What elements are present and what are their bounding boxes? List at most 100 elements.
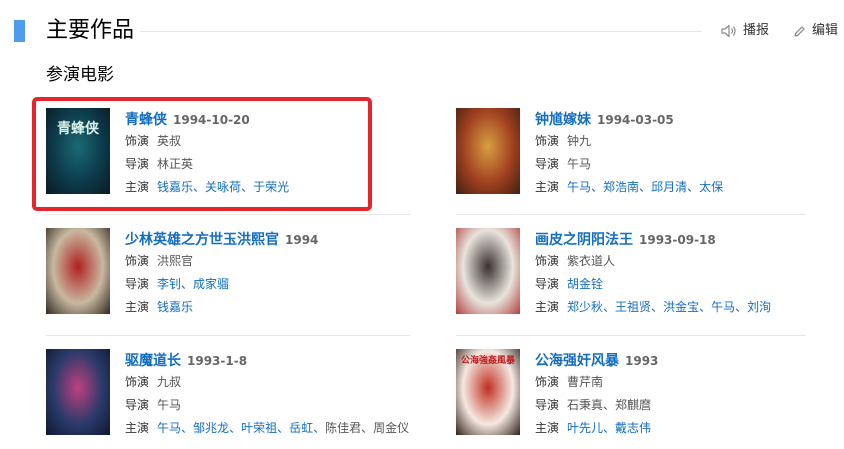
person-link[interactable]: 叶先儿 bbox=[567, 421, 603, 435]
person-link[interactable]: 刘洵 bbox=[747, 300, 771, 314]
role-line: 饰演 紫衣道人 bbox=[535, 250, 771, 273]
director-line-label: 导演 bbox=[125, 277, 150, 291]
separator: 、 bbox=[181, 421, 194, 435]
person-link[interactable]: 叶荣祖 bbox=[241, 421, 277, 435]
poster-image[interactable] bbox=[46, 349, 110, 435]
role-line-label: 饰演 bbox=[535, 134, 560, 148]
work-info: 钟馗嫁妹 1994-03-05 饰演 钟九 导演 午马 主演 午马、郑浩南、邱月清、太保 bbox=[535, 108, 723, 199]
person-link[interactable]: 钱嘉乐 bbox=[157, 300, 193, 314]
person-link[interactable]: 邱月清 bbox=[651, 180, 687, 194]
separator: 、 bbox=[313, 421, 326, 435]
person-link[interactable]: 郑浩南 bbox=[603, 180, 639, 194]
person-name: 周金仪 bbox=[373, 421, 410, 435]
separator: 、 bbox=[181, 277, 194, 291]
work-title-link[interactable]: 驱魔道长 bbox=[125, 353, 181, 369]
work-item: 驱魔道长 1993-1-8 饰演 九叔 导演 午马 主演 午马、邹兆龙、叶荣祖、岳虹、陈佳君、… bbox=[46, 339, 409, 440]
person-link[interactable]: 成家骝 bbox=[193, 277, 229, 291]
row-divider bbox=[46, 214, 410, 215]
title-line: 少林英雄之方世玉洪熙官 1994 bbox=[125, 228, 318, 250]
edit-label: 编辑 bbox=[812, 23, 839, 38]
person-link[interactable]: 郑少秋 bbox=[567, 300, 603, 314]
director-line: 导演 石秉真、郑麒麿 bbox=[535, 394, 658, 417]
director-line-label: 导演 bbox=[125, 157, 150, 171]
role-line: 饰演 钟九 bbox=[535, 130, 723, 153]
role-line: 饰演 洪熙官 bbox=[125, 250, 318, 273]
row-divider bbox=[456, 335, 806, 336]
speaker-icon bbox=[721, 24, 737, 38]
person-link[interactable]: 戴志伟 bbox=[615, 421, 651, 435]
person-name: 郑麒麿 bbox=[615, 398, 652, 412]
separator: 、 bbox=[361, 421, 374, 435]
separator: 、 bbox=[651, 300, 664, 314]
poster-image[interactable]: 青蜂侠 bbox=[46, 108, 110, 194]
row-divider bbox=[456, 214, 806, 215]
person-link[interactable]: 李钊 bbox=[157, 277, 181, 291]
title-line: 驱魔道长 1993-1-8 bbox=[125, 349, 409, 371]
role-line: 饰演 英叔 bbox=[125, 130, 289, 153]
person-name: 紫衣道人 bbox=[567, 254, 616, 268]
separator: 、 bbox=[277, 421, 290, 435]
person-link[interactable]: 洪金宝 bbox=[663, 300, 699, 314]
separator: 、 bbox=[603, 300, 616, 314]
poster-image[interactable]: 公海強姦風暴 bbox=[456, 349, 520, 435]
cast-line-label: 主演 bbox=[125, 180, 150, 194]
cast-line-label: 主演 bbox=[535, 421, 560, 435]
separator: 、 bbox=[193, 180, 206, 194]
role-line: 饰演 曹芹南 bbox=[535, 371, 658, 394]
person-name: 钟九 bbox=[567, 134, 592, 148]
work-item: 少林英雄之方世玉洪熙官 1994 饰演 洪熙官导演 李钊、成家骝主演 钱嘉乐 bbox=[46, 218, 406, 318]
cast-line-label: 主演 bbox=[125, 300, 150, 314]
cast-line: 主演 郑少秋、王祖贤、洪金宝、午马、刘洵 bbox=[535, 296, 771, 319]
person-name: 曹芹南 bbox=[567, 375, 604, 389]
person-link[interactable]: 邹兆龙 bbox=[193, 421, 229, 435]
work-date: 1994-03-05 bbox=[597, 113, 674, 127]
section-divider bbox=[140, 31, 702, 32]
play-button[interactable]: 播报 bbox=[721, 22, 769, 40]
person-link[interactable]: 太保 bbox=[699, 180, 723, 194]
work-item: 钟馗嫁妹 1994-03-05 饰演 钟九 导演 午马 主演 午马、郑浩南、邱月清、太保 bbox=[456, 98, 816, 198]
person-link[interactable]: 关咏荷 bbox=[205, 180, 241, 194]
director-line: 导演 林正英 bbox=[125, 153, 289, 176]
poster-image[interactable] bbox=[456, 108, 520, 194]
work-title-link[interactable]: 少林英雄之方世玉洪熙官 bbox=[125, 232, 279, 248]
person-link[interactable]: 午马 bbox=[157, 421, 181, 435]
person-link[interactable]: 于荣光 bbox=[253, 180, 289, 194]
work-info: 公海强奸风暴 1993 饰演 曹芹南 导演 石秉真、郑麒麿 主演 叶先儿、戴志伟 bbox=[535, 349, 658, 440]
person-name: 英叔 bbox=[157, 134, 182, 148]
director-line: 导演 午马 bbox=[535, 153, 723, 176]
work-title-link[interactable]: 青蜂侠 bbox=[125, 112, 167, 128]
person-name: 九叔 bbox=[157, 375, 182, 389]
person-link[interactable]: 王祖贤 bbox=[615, 300, 651, 314]
work-date: 1994 bbox=[285, 233, 319, 247]
separator: 、 bbox=[603, 421, 616, 435]
person-link[interactable]: 钱嘉乐 bbox=[157, 180, 193, 194]
work-info: 少林英雄之方世玉洪熙官 1994 饰演 洪熙官导演 李钊、成家骝主演 钱嘉乐 bbox=[125, 228, 318, 319]
separator: 、 bbox=[735, 300, 748, 314]
person-name: 午马 bbox=[567, 157, 592, 171]
section-accent-bar bbox=[14, 20, 25, 42]
role-line-label: 饰演 bbox=[125, 134, 150, 148]
work-title-link[interactable]: 钟馗嫁妹 bbox=[535, 112, 591, 128]
work-info: 驱魔道长 1993-1-8 饰演 九叔 导演 午马 主演 午马、邹兆龙、叶荣祖、岳虹、陈佳君、… bbox=[125, 349, 409, 440]
poster-caption: 青蜂侠 bbox=[57, 121, 99, 137]
person-link[interactable]: 胡金铨 bbox=[567, 277, 603, 291]
person-link[interactable]: 午马 bbox=[711, 300, 735, 314]
separator: 、 bbox=[241, 180, 254, 194]
title-line: 青蜂侠 1994-10-20 bbox=[125, 108, 289, 130]
role-line-label: 饰演 bbox=[535, 375, 560, 389]
separator: 、 bbox=[591, 180, 604, 194]
person-link[interactable]: 岳虹 bbox=[289, 421, 313, 435]
person-link[interactable]: 午马 bbox=[567, 180, 591, 194]
role-line-label: 饰演 bbox=[125, 254, 150, 268]
work-item: 青蜂侠 青蜂侠 1994-10-20 饰演 英叔 导演 林正英 主演 钱嘉乐、关咏荷、于荣光 bbox=[46, 98, 406, 198]
poster-image[interactable] bbox=[46, 228, 110, 314]
title-line: 画皮之阴阳法王 1993-09-18 bbox=[535, 228, 771, 250]
work-date: 1994-10-20 bbox=[173, 113, 250, 127]
separator: 、 bbox=[603, 398, 616, 412]
work-title-link[interactable]: 公海强奸风暴 bbox=[535, 353, 619, 369]
edit-button[interactable]: 编辑 bbox=[793, 22, 838, 40]
director-line-label: 导演 bbox=[535, 277, 560, 291]
poster-image[interactable] bbox=[456, 228, 520, 314]
work-title-link[interactable]: 画皮之阴阳法王 bbox=[535, 232, 633, 248]
separator: 、 bbox=[699, 300, 712, 314]
